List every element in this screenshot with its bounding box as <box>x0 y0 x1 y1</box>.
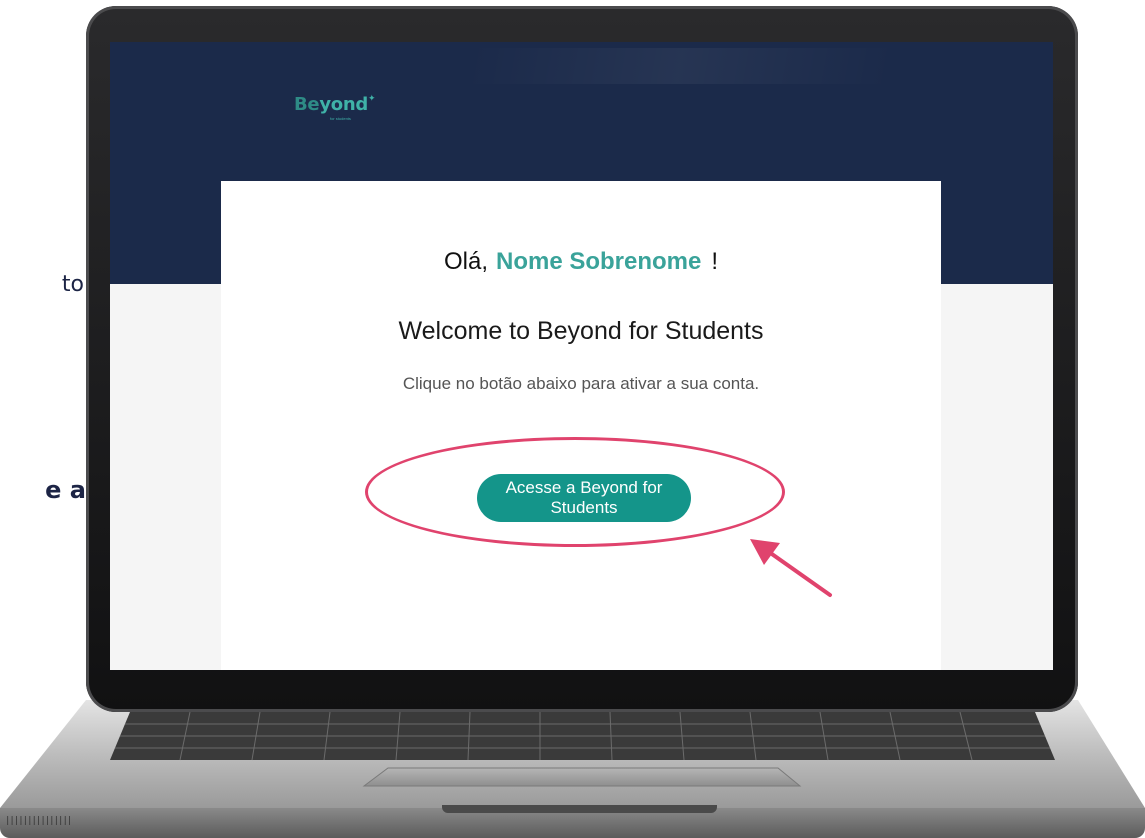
greeting-suffix: ! <box>711 248 719 275</box>
greeting-name: Nome Sobrenome <box>495 248 702 275</box>
welcome-title: Welcome to Beyond for Students <box>398 317 764 345</box>
logo-tagline: for students <box>330 116 351 121</box>
beyond-logo: Beyond✦ for students <box>294 94 375 121</box>
greeting-prefix: Olá, <box>443 248 488 275</box>
screen-glare <box>470 48 890 84</box>
pointer-arrow-icon <box>750 539 832 597</box>
logo-wordmark-rest: yond <box>319 94 368 115</box>
sparkle-icon: ✦ <box>367 94 376 104</box>
laptop-notch <box>442 805 717 813</box>
access-beyond-button[interactable]: Acesse a Beyond for Students <box>477 474 691 522</box>
activation-instruction: Clique no botão abaixo para ativar a sua… <box>402 374 760 393</box>
greeting: Olá, Nome Sobrenome! <box>221 248 941 276</box>
laptop-screen: Beyond✦ for students Olá, Nome Sobrenome!… <box>110 42 1053 670</box>
laptop-base <box>0 700 1145 808</box>
speaker-grille: ||||||||||||||| <box>5 816 72 826</box>
logo-wordmark: Beyond✦ <box>294 94 375 115</box>
side-text-fragment-1: to <box>0 272 84 297</box>
side-text-fragment-2-label: e a <box>45 476 86 504</box>
side-text-fragment-2: e a <box>0 476 86 504</box>
logo-wordmark-b: Be <box>294 94 320 115</box>
side-text-fragment-1-label: to <box>61 272 84 297</box>
